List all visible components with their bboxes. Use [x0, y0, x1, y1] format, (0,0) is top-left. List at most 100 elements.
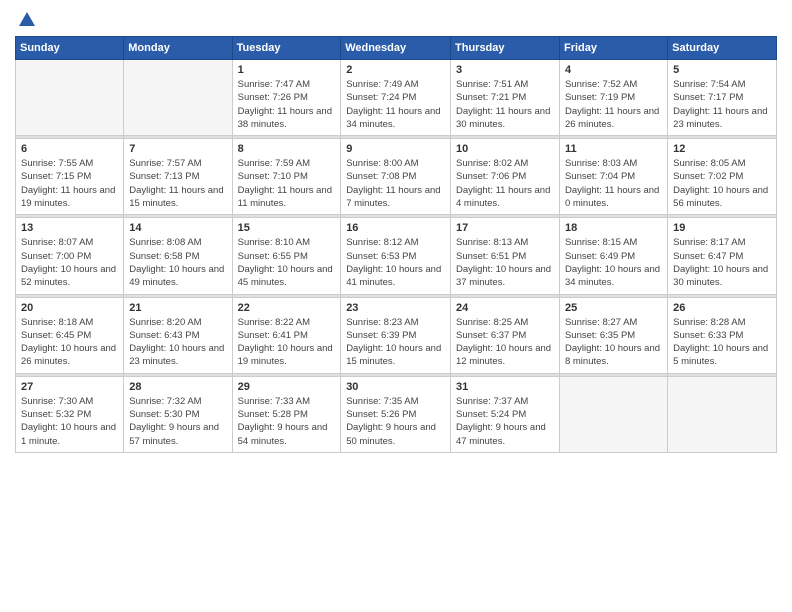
- calendar-cell: 23 Sunrise: 8:23 AM Sunset: 6:39 PM Dayli…: [341, 297, 451, 373]
- day-number: 2: [346, 64, 445, 76]
- day-info: Sunrise: 8:03 AM Sunset: 7:04 PM Dayligh…: [565, 157, 662, 210]
- calendar-cell: 21 Sunrise: 8:20 AM Sunset: 6:43 PM Dayli…: [124, 297, 232, 373]
- calendar-cell: 28 Sunrise: 7:32 AM Sunset: 5:30 PM Dayli…: [124, 376, 232, 452]
- day-number: 30: [346, 381, 445, 393]
- calendar-cell: 13 Sunrise: 8:07 AM Sunset: 7:00 PM Dayli…: [16, 218, 124, 294]
- day-info: Sunrise: 8:20 AM Sunset: 6:43 PM Dayligh…: [129, 316, 226, 369]
- day-number: 24: [456, 302, 554, 314]
- calendar-cell: 1Sunrise: 7:47 AM Sunset: 7:26 PM Daylig…: [232, 60, 341, 136]
- calendar-week-row: 27 Sunrise: 7:30 AM Sunset: 5:32 PM Dayli…: [16, 376, 777, 452]
- day-info: Sunrise: 8:23 AM Sunset: 6:39 PM Dayligh…: [346, 316, 445, 369]
- calendar-week-row: 6 Sunrise: 7:55 AM Sunset: 7:15 PM Daylig…: [16, 139, 777, 215]
- calendar-header-friday: Friday: [559, 37, 667, 60]
- calendar-header-monday: Monday: [124, 37, 232, 60]
- calendar-header-saturday: Saturday: [668, 37, 777, 60]
- calendar-cell: [559, 376, 667, 452]
- calendar-cell: 26 Sunrise: 8:28 AM Sunset: 6:33 PM Dayli…: [668, 297, 777, 373]
- calendar-cell: 18Sunrise: 8:15 AM Sunset: 6:49 PM Dayli…: [559, 218, 667, 294]
- day-number: 12: [673, 143, 771, 155]
- day-info: Sunrise: 7:32 AM Sunset: 5:30 PM Dayligh…: [129, 395, 226, 448]
- calendar-cell: 15 Sunrise: 8:10 AM Sunset: 6:55 PM Dayli…: [232, 218, 341, 294]
- day-info: Sunrise: 8:28 AM Sunset: 6:33 PM Dayligh…: [673, 316, 771, 369]
- day-info: Sunrise: 7:49 AM Sunset: 7:24 PM Dayligh…: [346, 78, 445, 131]
- day-info: Sunrise: 8:07 AM Sunset: 7:00 PM Dayligh…: [21, 236, 118, 289]
- day-info: Sunrise: 7:57 AM Sunset: 7:13 PM Dayligh…: [129, 157, 226, 210]
- calendar-cell: 9Sunrise: 8:00 AM Sunset: 7:08 PM Daylig…: [341, 139, 451, 215]
- day-number: 5: [673, 64, 771, 76]
- day-info: Sunrise: 7:35 AM Sunset: 5:26 PM Dayligh…: [346, 395, 445, 448]
- calendar-cell: 20 Sunrise: 8:18 AM Sunset: 6:45 PM Dayli…: [16, 297, 124, 373]
- day-number: 28: [129, 381, 226, 393]
- day-info: Sunrise: 8:12 AM Sunset: 6:53 PM Dayligh…: [346, 236, 445, 289]
- day-number: 20: [21, 302, 118, 314]
- calendar-cell: 30 Sunrise: 7:35 AM Sunset: 5:26 PM Dayli…: [341, 376, 451, 452]
- calendar-cell: 6 Sunrise: 7:55 AM Sunset: 7:15 PM Daylig…: [16, 139, 124, 215]
- calendar-cell: 2 Sunrise: 7:49 AM Sunset: 7:24 PM Daylig…: [341, 60, 451, 136]
- day-info: Sunrise: 8:18 AM Sunset: 6:45 PM Dayligh…: [21, 316, 118, 369]
- day-info: Sunrise: 8:00 AM Sunset: 7:08 PM Dayligh…: [346, 157, 445, 210]
- day-number: 19: [673, 222, 771, 234]
- day-info: Sunrise: 7:54 AM Sunset: 7:17 PM Dayligh…: [673, 78, 771, 131]
- day-number: 17: [456, 222, 554, 234]
- day-info: Sunrise: 8:10 AM Sunset: 6:55 PM Dayligh…: [238, 236, 336, 289]
- day-number: 4: [565, 64, 662, 76]
- day-number: 27: [21, 381, 118, 393]
- day-number: 10: [456, 143, 554, 155]
- logo-icon: [17, 10, 37, 30]
- calendar-cell: 31Sunrise: 7:37 AM Sunset: 5:24 PM Dayli…: [451, 376, 560, 452]
- day-number: 6: [21, 143, 118, 155]
- calendar-header-thursday: Thursday: [451, 37, 560, 60]
- calendar-cell: 14 Sunrise: 8:08 AM Sunset: 6:58 PM Dayli…: [124, 218, 232, 294]
- day-info: Sunrise: 7:52 AM Sunset: 7:19 PM Dayligh…: [565, 78, 662, 131]
- day-info: Sunrise: 8:02 AM Sunset: 7:06 PM Dayligh…: [456, 157, 554, 210]
- day-number: 23: [346, 302, 445, 314]
- day-number: 13: [21, 222, 118, 234]
- calendar-cell: 29Sunrise: 7:33 AM Sunset: 5:28 PM Dayli…: [232, 376, 341, 452]
- day-number: 15: [238, 222, 336, 234]
- day-number: 25: [565, 302, 662, 314]
- calendar-cell: 17 Sunrise: 8:13 AM Sunset: 6:51 PM Dayli…: [451, 218, 560, 294]
- calendar-cell: 5 Sunrise: 7:54 AM Sunset: 7:17 PM Daylig…: [668, 60, 777, 136]
- day-number: 14: [129, 222, 226, 234]
- calendar-cell: 16Sunrise: 8:12 AM Sunset: 6:53 PM Dayli…: [341, 218, 451, 294]
- day-number: 8: [238, 143, 336, 155]
- day-info: Sunrise: 7:59 AM Sunset: 7:10 PM Dayligh…: [238, 157, 336, 210]
- day-number: 31: [456, 381, 554, 393]
- calendar-cell: 11 Sunrise: 8:03 AM Sunset: 7:04 PM Dayli…: [559, 139, 667, 215]
- calendar-week-row: 13 Sunrise: 8:07 AM Sunset: 7:00 PM Dayli…: [16, 218, 777, 294]
- day-info: Sunrise: 7:33 AM Sunset: 5:28 PM Dayligh…: [238, 395, 336, 448]
- calendar-header-wednesday: Wednesday: [341, 37, 451, 60]
- day-info: Sunrise: 7:55 AM Sunset: 7:15 PM Dayligh…: [21, 157, 118, 210]
- day-number: 11: [565, 143, 662, 155]
- day-info: Sunrise: 8:27 AM Sunset: 6:35 PM Dayligh…: [565, 316, 662, 369]
- day-info: Sunrise: 8:13 AM Sunset: 6:51 PM Dayligh…: [456, 236, 554, 289]
- day-info: Sunrise: 8:08 AM Sunset: 6:58 PM Dayligh…: [129, 236, 226, 289]
- day-number: 21: [129, 302, 226, 314]
- day-info: Sunrise: 8:22 AM Sunset: 6:41 PM Dayligh…: [238, 316, 336, 369]
- day-info: Sunrise: 7:30 AM Sunset: 5:32 PM Dayligh…: [21, 395, 118, 448]
- day-number: 3: [456, 64, 554, 76]
- day-number: 18: [565, 222, 662, 234]
- calendar-cell: 8 Sunrise: 7:59 AM Sunset: 7:10 PM Daylig…: [232, 139, 341, 215]
- calendar-header-tuesday: Tuesday: [232, 37, 341, 60]
- calendar-cell: 7 Sunrise: 7:57 AM Sunset: 7:13 PM Daylig…: [124, 139, 232, 215]
- calendar-cell: [668, 376, 777, 452]
- calendar-cell: 10 Sunrise: 8:02 AM Sunset: 7:06 PM Dayli…: [451, 139, 560, 215]
- day-info: Sunrise: 8:25 AM Sunset: 6:37 PM Dayligh…: [456, 316, 554, 369]
- calendar-cell: 4 Sunrise: 7:52 AM Sunset: 7:19 PM Daylig…: [559, 60, 667, 136]
- calendar-cell: 27 Sunrise: 7:30 AM Sunset: 5:32 PM Dayli…: [16, 376, 124, 452]
- calendar-cell: 12Sunrise: 8:05 AM Sunset: 7:02 PM Dayli…: [668, 139, 777, 215]
- day-info: Sunrise: 8:17 AM Sunset: 6:47 PM Dayligh…: [673, 236, 771, 289]
- day-number: 26: [673, 302, 771, 314]
- calendar-cell: 3 Sunrise: 7:51 AM Sunset: 7:21 PM Daylig…: [451, 60, 560, 136]
- calendar-header-sunday: Sunday: [16, 37, 124, 60]
- day-number: 1: [238, 64, 336, 76]
- calendar-week-row: 20 Sunrise: 8:18 AM Sunset: 6:45 PM Dayli…: [16, 297, 777, 373]
- calendar-table: SundayMondayTuesdayWednesdayThursdayFrid…: [15, 36, 777, 453]
- calendar-cell: 19 Sunrise: 8:17 AM Sunset: 6:47 PM Dayli…: [668, 218, 777, 294]
- day-number: 7: [129, 143, 226, 155]
- calendar-cell: [124, 60, 232, 136]
- calendar-cell: 25 Sunrise: 8:27 AM Sunset: 6:35 PM Dayli…: [559, 297, 667, 373]
- calendar-cell: 22Sunrise: 8:22 AM Sunset: 6:41 PM Dayli…: [232, 297, 341, 373]
- day-info: Sunrise: 7:51 AM Sunset: 7:21 PM Dayligh…: [456, 78, 554, 131]
